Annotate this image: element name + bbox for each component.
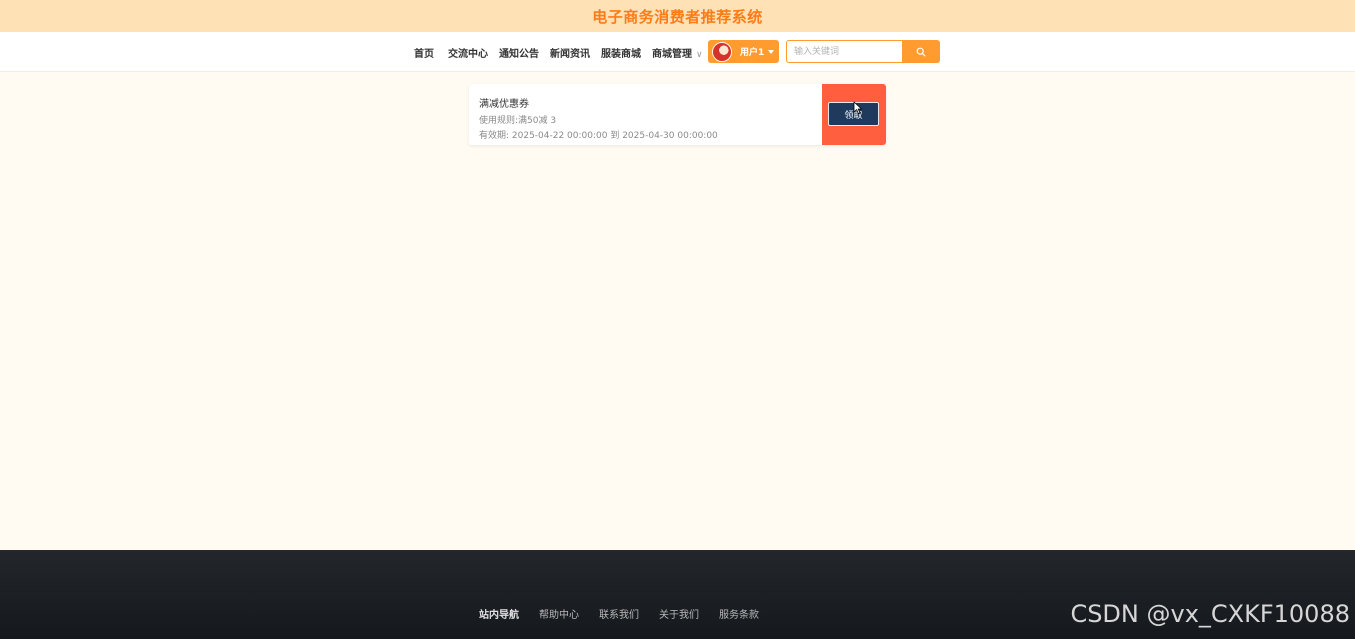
nav-store-management-label: 商城管理 (652, 49, 692, 60)
nav-notices[interactable]: 通知公告 (499, 45, 539, 60)
user-name: 用户1 (740, 48, 765, 58)
nav-store-management[interactable]: 商城管理 ∨ (652, 45, 703, 60)
coupon-rule: 使用规则:满50减 3 (479, 116, 557, 126)
coupon-validity: 有效期: 2025-04-22 00:00:00 到 2025-04-30 00… (479, 131, 718, 141)
search-bar (786, 40, 940, 63)
footer-contact-us[interactable]: 联系我们 (599, 606, 639, 621)
footer-site-navigation[interactable]: 站内导航 (479, 606, 519, 621)
footer-terms-of-service[interactable]: 服务条款 (719, 606, 759, 621)
main-navigation: 首页 交流中心 通知公告 新闻资讯 服装商城 商城管理 ∨ 用户1 (0, 32, 1355, 72)
top-banner: 电子商务消费者推荐系统 (0, 0, 1355, 32)
avatar (712, 41, 732, 62)
coupon-card: 满减优惠券 使用规则:满50减 3 有效期: 2025-04-22 00:00:… (469, 84, 886, 145)
chevron-down-icon: ∨ (696, 50, 703, 60)
footer-about-us[interactable]: 关于我们 (659, 606, 699, 621)
search-icon (916, 47, 926, 57)
nav-clothing-store[interactable]: 服装商城 (601, 45, 641, 60)
site-title: 电子商务消费者推荐系统 (592, 7, 763, 26)
nav-news[interactable]: 新闻资讯 (550, 45, 590, 60)
search-input[interactable] (786, 40, 902, 63)
footer-help-center[interactable]: 帮助中心 (539, 606, 579, 621)
watermark: CSDN @vx_CXKF10088 (1070, 600, 1350, 628)
search-button[interactable] (902, 40, 940, 63)
coupon-info: 满减优惠券 使用规则:满50减 3 有效期: 2025-04-22 00:00:… (479, 95, 718, 143)
nav-forum[interactable]: 交流中心 (448, 45, 488, 60)
nav-home[interactable]: 首页 (414, 45, 434, 60)
caret-down-icon (768, 49, 775, 54)
user-menu-button[interactable]: 用户1 (708, 40, 779, 63)
coupon-title: 满减优惠券 (479, 99, 529, 110)
mouse-pointer-icon (853, 101, 862, 114)
